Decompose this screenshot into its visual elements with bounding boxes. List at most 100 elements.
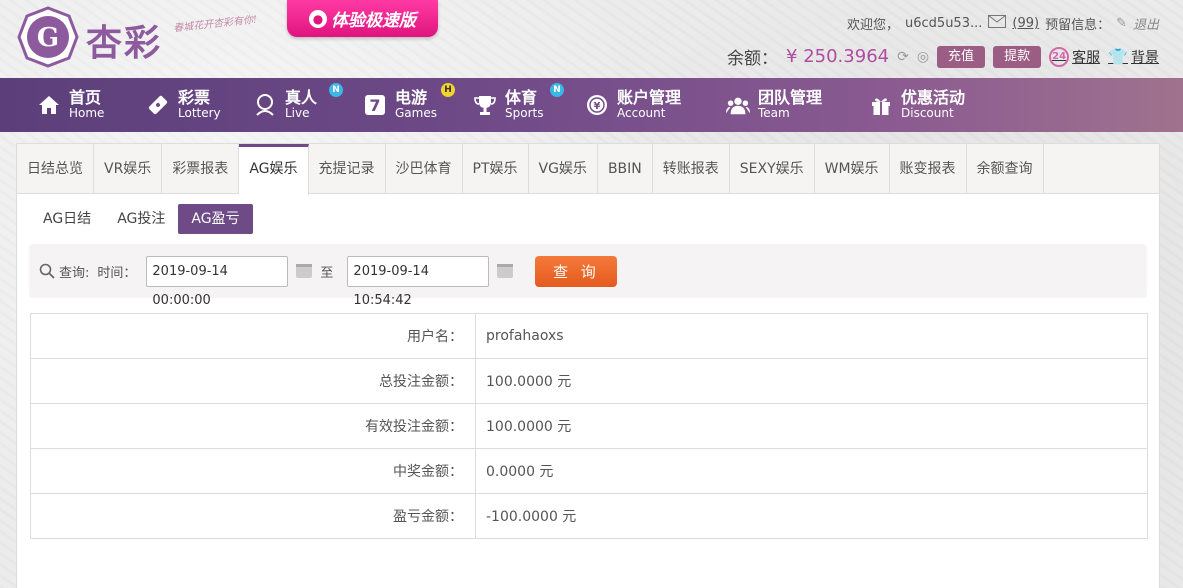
subtab-ag-daily[interactable]: AG日结 [30,204,104,234]
refresh-icon[interactable]: ⟳ [897,49,909,65]
nav-discount[interactable]: 优惠活动 Discount [869,78,989,132]
tab-sexy[interactable]: SEXY娱乐 [730,144,815,194]
nav-home-label: 首页 [69,88,102,108]
welcome-text: 欢迎您， [847,18,900,33]
tab-balance-change[interactable]: 账变报表 [890,144,967,194]
nav-games[interactable]: 7 电游 Games H [363,78,473,132]
nav-live[interactable]: 真人 Live N [253,78,363,132]
tab-daily-overview[interactable]: 日结总览 [17,144,94,194]
subtab-ag-bets[interactable]: AG投注 [104,204,178,234]
nav-lottery[interactable]: 彩票 Lottery [146,78,253,132]
row-label: 盈亏金额： [30,493,476,539]
row-label: 中奖金额： [30,448,476,494]
promo-button[interactable]: ● 体验极速版 [287,0,438,37]
row-value: 100.0000 元 [475,358,1148,404]
recharge-button[interactable]: 充值 [937,45,986,68]
nav-games-sub: Games [395,106,437,121]
calendar-icon[interactable] [296,264,313,278]
withdraw-button[interactable]: 提款 [993,45,1042,68]
nav-games-badge: H [441,83,455,97]
nav-account[interactable]: ¥ 账户管理 Account [585,78,726,132]
gamepad-icon: ● [309,9,327,28]
row-label: 有效投注金额： [30,403,476,449]
reserve-info-label: 预留信息： [1045,18,1111,33]
hide-eye-icon[interactable]: ◎ [917,49,929,65]
nav-lottery-sub: Lottery [178,106,221,121]
result-table: 用户名： profahaoxs 总投注金额： 100.0000 元 有效投注金额… [30,313,1148,539]
yen-coin-icon: ¥ [585,93,609,117]
search-bar: 查询: 时间： 2019-09-14 00:00:00 至 2019-09-14… [29,244,1147,308]
tab-vg[interactable]: VG娱乐 [529,144,598,194]
edit-icon[interactable]: ✎ [1116,16,1127,31]
svg-text:G: G [37,23,59,53]
time-label: 时间： [97,265,137,281]
username: u6cd5u53... [905,16,983,31]
background-link[interactable]: 👕 背景 [1108,47,1159,67]
tab-transfer-report[interactable]: 转账报表 [653,144,730,194]
subtab-ag-profit[interactable]: AG盈亏 [178,204,253,234]
nav-sports-sub: Sports [505,106,544,121]
tab-vr[interactable]: VR娱乐 [94,144,163,194]
table-row: 盈亏金额： -100.0000 元 [30,493,1148,539]
tab-wm[interactable]: WM娱乐 [815,144,890,194]
gift-icon [869,93,893,117]
tab-saba-sports[interactable]: 沙巴体育 [386,144,463,194]
tab-balance-query[interactable]: 余额查询 [967,144,1044,194]
calendar-icon[interactable] [497,264,514,278]
background-label: 背景 [1131,49,1159,66]
logout-link[interactable]: 退出 [1133,14,1159,33]
row-value: profahaoxs [475,313,1148,359]
nav-home-sub: Home [69,106,105,121]
headset-icon: 24 [1049,46,1070,67]
brand-name[interactable]: 杏彩 [86,14,162,66]
search-icon [39,263,55,279]
nav-team-sub: Team [758,106,790,121]
row-value: -100.0000 元 [475,493,1148,539]
home-icon [37,93,61,117]
nav-live-badge: N [329,83,343,97]
table-row: 中奖金额： 0.0000 元 [30,448,1148,494]
nav-team-label: 团队管理 [758,88,823,108]
table-row: 总投注金额： 100.0000 元 [30,358,1148,404]
ag-subtabs: AG日结 AG投注 AG盈亏 [30,204,253,234]
query-button[interactable]: 查 询 [535,255,618,287]
balance-label: 余额： [727,49,779,69]
mail-icon[interactable] [988,15,1007,32]
shirt-icon: 👕 [1108,47,1128,66]
svg-text:¥: ¥ [594,101,601,112]
nav-account-sub: Account [617,106,666,121]
row-label: 用户名： [30,313,476,359]
table-row: 有效投注金额： 100.0000 元 [30,403,1148,449]
nav-sports-label: 体育 [505,88,538,108]
tab-pt[interactable]: PT娱乐 [463,144,529,194]
table-row: 用户名： profahaoxs [30,313,1148,359]
customer-service-link[interactable]: 24 客服 [1049,46,1101,67]
search-label: 查询: [59,265,90,281]
report-tabs: 日结总览 VR娱乐 彩票报表 AG娱乐 充提记录 沙巴体育 PT娱乐 VG娱乐 … [17,144,1159,195]
nav-account-label: 账户管理 [617,88,682,108]
end-date-input[interactable]: 2019-09-14 10:54:42 [347,255,490,308]
message-count[interactable]: (99) [1012,16,1039,31]
brand-logo-icon[interactable]: G [17,6,79,68]
customer-service-label: 客服 [1072,49,1101,66]
tab-deposit-withdraw[interactable]: 充提记录 [309,144,386,194]
nav-live-label: 真人 [285,88,318,108]
woman-icon [253,93,277,117]
nav-lottery-label: 彩票 [178,88,211,108]
tab-bbin[interactable]: BBIN [598,144,653,194]
trophy-icon [473,93,497,117]
brand-slogan: 春城花开杏彩有你! [172,14,258,35]
nav-sports[interactable]: 体育 Sports N [473,78,585,132]
tab-ag[interactable]: AG娱乐 [239,144,309,195]
nav-discount-sub: Discount [901,106,954,121]
nav-home[interactable]: 首页 Home [37,78,146,132]
start-date-input[interactable]: 2019-09-14 00:00:00 [146,255,289,308]
tab-lottery-report[interactable]: 彩票报表 [162,144,240,194]
svg-text:7: 7 [369,96,380,115]
promo-label: 体验极速版 [331,11,416,31]
team-icon [726,93,750,117]
top-header: G 杏彩 春城花开杏彩有你! ● 体验极速版 欢迎您， u6cd5u53... … [0,0,1183,78]
row-label: 总投注金额： [30,358,476,404]
nav-team[interactable]: 团队管理 Team [726,78,869,132]
balance-bar: 余额： ¥ 250.3964 ⟳ ◎ 充值 提款 24 客服 👕 背景 [727,44,1159,69]
